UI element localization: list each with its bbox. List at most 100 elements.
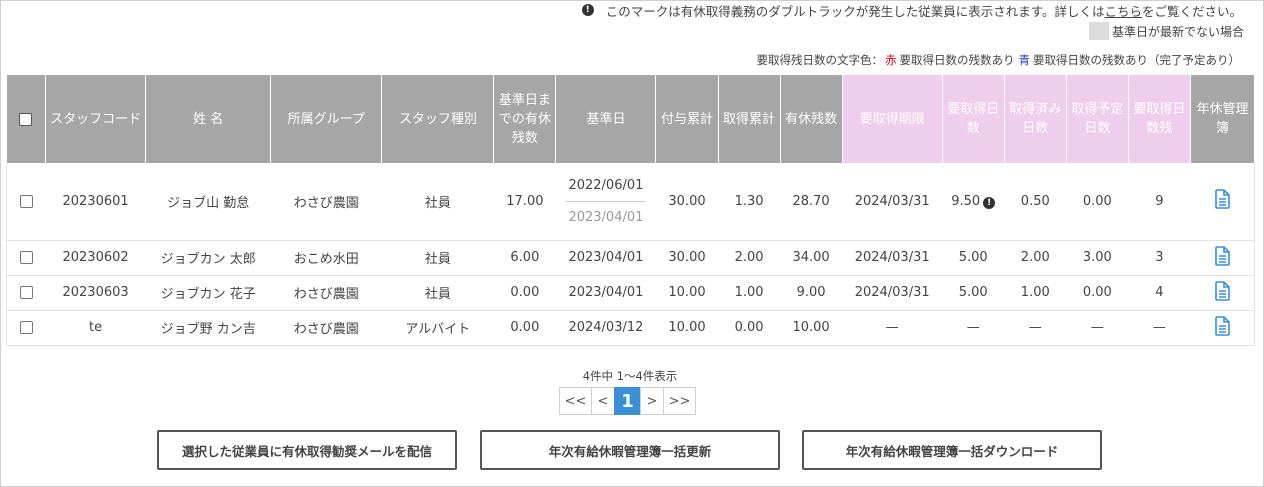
header-base-date: 基準日 [555,75,657,163]
page-next-button[interactable]: > [640,387,664,415]
cell-taken-days: — [1004,310,1067,346]
header-paid-remain: 有休残数 [780,75,843,163]
send-leave-mail-button[interactable]: 選択した従業員に有休取得勧奨メールを配信 [157,430,457,470]
color-legend-blue-word: 青 [1018,53,1031,67]
row-select-cell[interactable] [5,163,46,241]
cell-name: ジョブ山 勤怠 [145,163,271,241]
cell-paid-remain: 34.00 [780,240,843,276]
cell-required-days: 5.00 [942,240,1005,276]
row-select-cell[interactable] [5,240,46,276]
cell-planned-days: 3.00 [1066,240,1129,276]
cell-ledger[interactable] [1190,310,1256,346]
table-row: 20230601 ジョブ山 勤怠 わさび農園 社員 17.00 2022/06/… [5,163,1256,241]
header-granted-total: 付与累計 [655,75,719,163]
cell-planned-days: — [1066,310,1129,346]
cell-ledger[interactable] [1190,275,1256,311]
cell-deadline: 2024/03/31 [842,240,943,276]
cell-staff-code: 20230603 [45,275,146,311]
cell-ledger[interactable] [1190,163,1256,241]
notice-text-after: をご覧ください。 [1141,3,1242,19]
remain-color-legend: 要取得残日数の文字色： 赤 要取得日数の残数あり 青 要取得日数の残数あり（完了… [757,52,1241,68]
pagination: << < 1 > >> [559,387,696,415]
table-header-row: スタッフコード 姓 名 所属グループ スタッフ種別 基準日までの有休残数 基準日… [6,75,1256,163]
ledger-document-icon[interactable] [1214,315,1230,340]
cell-base-date: 2024/03/12 [555,310,656,346]
bulk-download-ledger-button[interactable]: 年次有給休暇管理簿一括ダウンロード [802,430,1102,470]
header-staff-code: スタッフコード [45,75,147,163]
header-required-remain: 要取得日数残 [1128,75,1191,163]
exclamation-circle-icon: ! [581,4,594,16]
cell-base-date: 2023/04/01 [555,240,656,276]
header-deadline: 要取得期限 [842,75,943,163]
cell-ledger[interactable] [1190,240,1256,276]
cell-taken-days: 1.00 [1004,275,1067,311]
page-current-button[interactable]: 1 [614,387,641,415]
cell-taken-days: 0.50 [1004,163,1067,241]
notice-link[interactable]: こちら [1104,1,1142,20]
ledger-document-icon[interactable] [1214,280,1230,305]
cell-required-days: — [942,310,1005,346]
ledger-document-icon[interactable] [1214,245,1230,270]
cell-taken-total: 1.30 [718,163,781,241]
bulk-update-ledger-button[interactable]: 年次有給休暇管理簿一括更新 [480,430,780,470]
cell-required-remain: — [1128,310,1191,346]
cell-base-date: 2022/06/01 2023/04/01 [555,163,656,241]
row-checkbox[interactable] [19,286,33,299]
cell-planned-days: 0.00 [1066,163,1129,241]
cell-granted-total: 30.00 [655,163,719,241]
header-staff-type: スタッフ種別 [381,75,495,163]
color-legend-red-desc: 要取得日数の残数あり [899,53,1015,67]
table-row: te ジョブ野 カン吉 わさび農園 アルバイト 0.00 2024/03/12 … [5,310,1256,346]
color-legend-blue-desc: 要取得日数の残数あり（完了予定あり） [1033,53,1240,67]
row-checkbox[interactable] [19,194,33,208]
select-all-checkbox[interactable] [19,112,33,126]
table-row: 20230602 ジョブカン 太郎 おこめ水田 社員 6.00 2023/04/… [5,240,1256,276]
header-select-all[interactable] [6,75,47,163]
header-name: 姓 名 [145,75,272,163]
cell-granted-total: 10.00 [655,310,719,346]
cell-staff-type: 社員 [381,163,494,241]
page-prev-button[interactable]: < [591,387,615,415]
base-date-legend: 基準日が最新でない場合 [1088,22,1244,40]
header-remain-before: 基準日までの有休残数 [493,75,557,163]
cell-deadline: — [842,310,943,346]
legend-label: 基準日が最新でない場合 [1111,24,1244,39]
page-first-button[interactable]: << [559,387,592,415]
header-taken-days: 取得済み日数 [1004,75,1067,163]
cell-remain-before: 17.00 [493,163,556,241]
cell-staff-type: 社員 [381,275,494,311]
cell-group: わさび農園 [270,310,382,346]
row-checkbox[interactable] [19,251,33,264]
row-checkbox[interactable] [19,321,33,334]
header-required-days: 要取得日数 [942,75,1005,163]
cell-staff-code: 20230601 [45,163,146,241]
header-ledger: 年休管理簿 [1190,75,1256,163]
cell-staff-type: アルバイト [381,310,494,346]
required-days-value: 9.50 [951,193,981,209]
cell-deadline: 2024/03/31 [842,163,943,241]
page-last-button[interactable]: >> [663,387,696,415]
paid-leave-table: スタッフコード 姓 名 所属グループ スタッフ種別 基準日までの有休残数 基準日… [5,75,1256,346]
double-track-notice: ! このマークは有休取得義務のダブルトラックが発生した従業員に表示されます。詳し… [581,1,1242,20]
ledger-document-icon[interactable] [1214,189,1230,213]
exclamation-circle-icon: ! [983,196,996,209]
result-count: 4件中 1〜4件表示 [582,369,678,383]
cell-taken-days: 2.00 [1004,240,1067,276]
header-group: 所属グループ [270,75,383,163]
cell-required-remain: 4 [1128,275,1191,311]
cell-remain-before: 0.00 [493,275,556,311]
row-select-cell[interactable] [5,275,46,311]
base-date-previous: 2023/04/01 [568,209,644,225]
cell-granted-total: 30.00 [655,240,719,276]
table-row: 20230603 ジョブカン 花子 わさび農園 社員 0.00 2023/04/… [5,275,1256,311]
row-select-cell[interactable] [5,310,46,346]
cell-staff-type: 社員 [381,240,494,276]
cell-required-remain: 3 [1128,240,1191,276]
cell-name: ジョブカン 太郎 [145,240,271,276]
header-planned-days: 取得予定日数 [1066,75,1129,163]
cell-group: わさび農園 [270,163,382,241]
cell-required-remain: 9 [1128,163,1191,241]
cell-paid-remain: 9.00 [780,275,843,311]
cell-group: おこめ水田 [270,240,382,276]
cell-paid-remain: 28.70 [780,163,843,241]
